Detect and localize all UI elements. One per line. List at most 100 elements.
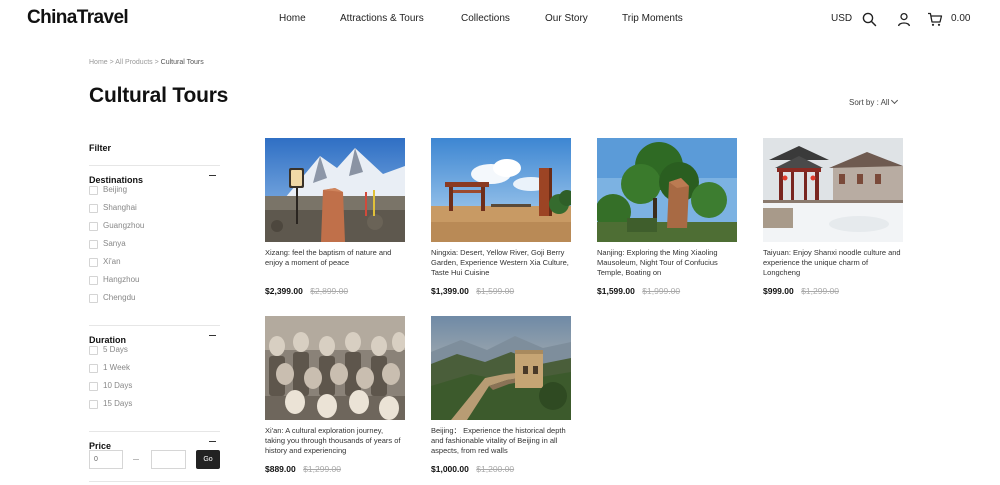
product-image-desert-gate[interactable]	[431, 138, 571, 242]
product-original-price: $1,299.00	[303, 464, 342, 474]
product-card[interactable]: Ningxia: Desert, Yellow River, Goji Berr…	[431, 138, 571, 299]
checkbox[interactable]	[89, 400, 98, 409]
price-go-button[interactable]: Go	[196, 450, 220, 469]
filter-option-guangzhou[interactable]: Guangzhou	[89, 219, 220, 237]
product-card[interactable]: Taiyuan: Enjoy Shanxi noodle culture and…	[763, 138, 903, 299]
product-original-price: $2,899.00	[310, 286, 349, 296]
price-max-input[interactable]	[151, 450, 186, 469]
filter-group-header[interactable]: Duration	[89, 325, 220, 345]
checkbox[interactable]	[89, 276, 98, 285]
filter-option-beijing[interactable]: Beijing	[89, 183, 220, 201]
product-price: $999.00	[763, 286, 794, 296]
checkbox[interactable]	[89, 364, 98, 373]
sort-dropdown[interactable]: Sort by : All	[849, 96, 899, 107]
filter-group-destinations: Destinations Beijing Shanghai Guangzhou …	[89, 165, 220, 309]
breadcrumb-home[interactable]: Home	[89, 59, 108, 66]
cart-icon[interactable]	[927, 12, 943, 28]
product-card[interactable]: Xizang: feel the baptism of nature and e…	[265, 138, 405, 299]
product-description: Ningxia: Desert, Yellow River, Goji Berr…	[431, 248, 569, 277]
collapse-icon[interactable]	[209, 441, 216, 442]
price-min-input[interactable]: 0	[89, 450, 123, 469]
search-icon[interactable]	[862, 12, 878, 28]
product-image-terracotta[interactable]	[265, 316, 405, 420]
breadcrumb-separator: >	[154, 59, 159, 66]
checkbox[interactable]	[89, 186, 98, 195]
product-price: $1,399.00	[431, 286, 469, 296]
filter-group-price: Price	[89, 431, 220, 451]
filter-option-15-days[interactable]: 15 Days	[89, 397, 220, 415]
page-title: Cultural Tours	[89, 84, 229, 107]
filter-option-hangzhou[interactable]: Hangzhou	[89, 273, 220, 291]
checkbox[interactable]	[89, 240, 98, 249]
product-price: $889.00	[265, 464, 296, 474]
filter-option-label: Hangzhou	[103, 275, 140, 284]
product-price: $2,399.00	[265, 286, 303, 296]
product-image-snowy-pavilion[interactable]	[763, 138, 903, 242]
filter-option-label: 10 Days	[103, 381, 133, 390]
divider	[89, 481, 220, 482]
product-prices: $889.00 $1,299.00	[265, 459, 405, 477]
filter-option-label: 1 Week	[103, 363, 130, 372]
product-card[interactable]: Xi'an: A cultural exploration journey, t…	[265, 316, 405, 477]
product-description: Xizang: feel the baptism of nature and e…	[265, 248, 392, 267]
product-description: Nanjing: Exploring the Ming Xiaoling Mau…	[597, 248, 718, 277]
product-description: Taiyuan: Enjoy Shanxi noodle culture and…	[763, 248, 901, 277]
filter-option-xian[interactable]: Xi'an	[89, 255, 220, 273]
filter-option-label: Chengdu	[103, 293, 136, 302]
header-actions: USD 0.00	[0, 11, 1000, 29]
product-description: Xi'an: A cultural exploration journey, t…	[265, 426, 401, 455]
chevron-down-icon	[891, 96, 899, 105]
filter-option-10-days[interactable]: 10 Days	[89, 379, 220, 397]
product-card[interactable]: Beijing： Experience the historical depth…	[431, 316, 571, 477]
filter-option-label: Xi'an	[103, 257, 121, 266]
filter-option-label: Beijing	[103, 185, 128, 194]
filter-group-duration: Duration 5 Days 1 Week 10 Days 15 Days	[89, 325, 220, 415]
checkbox[interactable]	[89, 382, 98, 391]
product-prices: $2,399.00 $2,899.00	[265, 281, 405, 299]
checkbox[interactable]	[89, 346, 98, 355]
filter-option-label: 15 Days	[103, 399, 133, 408]
product-prices: $1,000.00 $1,200.00	[431, 459, 571, 477]
filter-title: Filter	[89, 143, 112, 153]
filter-option-5-days[interactable]: 5 Days	[89, 343, 220, 361]
cart-total: 0.00	[951, 13, 971, 24]
collapse-icon[interactable]	[209, 335, 216, 336]
breadcrumb-separator: >	[109, 59, 114, 66]
filter-group-header[interactable]: Destinations	[89, 165, 220, 185]
checkbox[interactable]	[89, 258, 98, 267]
product-image-tree-stone[interactable]	[597, 138, 737, 242]
currency-selector[interactable]: USD	[831, 13, 852, 24]
filter-option-label: 5 Days	[103, 345, 128, 354]
filter-option-label: Shanghai	[103, 203, 137, 212]
breadcrumb-all-products[interactable]: All Products	[115, 59, 152, 66]
product-original-price: $1,200.00	[476, 464, 515, 474]
product-image-great-wall[interactable]	[431, 316, 571, 420]
filter-option-chengdu[interactable]: Chengdu	[89, 291, 220, 309]
product-prices: $999.00 $1,299.00	[763, 281, 903, 299]
product-prices: $1,399.00 $1,599.00	[431, 281, 571, 299]
product-original-price: $1,999.00	[642, 286, 681, 296]
checkbox[interactable]	[89, 204, 98, 213]
breadcrumb-current: Cultural Tours	[160, 59, 204, 66]
checkbox[interactable]	[89, 294, 98, 303]
filter-option-label: Guangzhou	[103, 221, 145, 230]
filter-option-shanghai[interactable]: Shanghai	[89, 201, 220, 219]
filter-option-sanya[interactable]: Sanya	[89, 237, 220, 255]
filter-option-1-week[interactable]: 1 Week	[89, 361, 220, 379]
product-original-price: $1,599.00	[476, 286, 515, 296]
product-image-everest[interactable]	[265, 138, 405, 242]
breadcrumb: Home > All Products > Cultural Tours	[89, 59, 204, 66]
filter-option-label: Sanya	[103, 239, 126, 248]
filter-group-header[interactable]: Price	[89, 431, 220, 451]
product-original-price: $1,299.00	[801, 286, 840, 296]
site-header: ChinaTravel Home Attractions & Tours Col…	[0, 0, 1000, 38]
price-range-dash	[133, 459, 139, 460]
product-prices: $1,599.00 $1,999.00	[597, 281, 737, 299]
checkbox[interactable]	[89, 222, 98, 231]
product-description: Beijing： Experience the historical depth…	[431, 426, 566, 455]
collapse-icon[interactable]	[209, 175, 216, 176]
sort-label: Sort by : All	[849, 98, 890, 107]
product-card[interactable]: Nanjing: Exploring the Ming Xiaoling Mau…	[597, 138, 737, 299]
product-price: $1,599.00	[597, 286, 635, 296]
user-icon[interactable]	[897, 12, 913, 28]
